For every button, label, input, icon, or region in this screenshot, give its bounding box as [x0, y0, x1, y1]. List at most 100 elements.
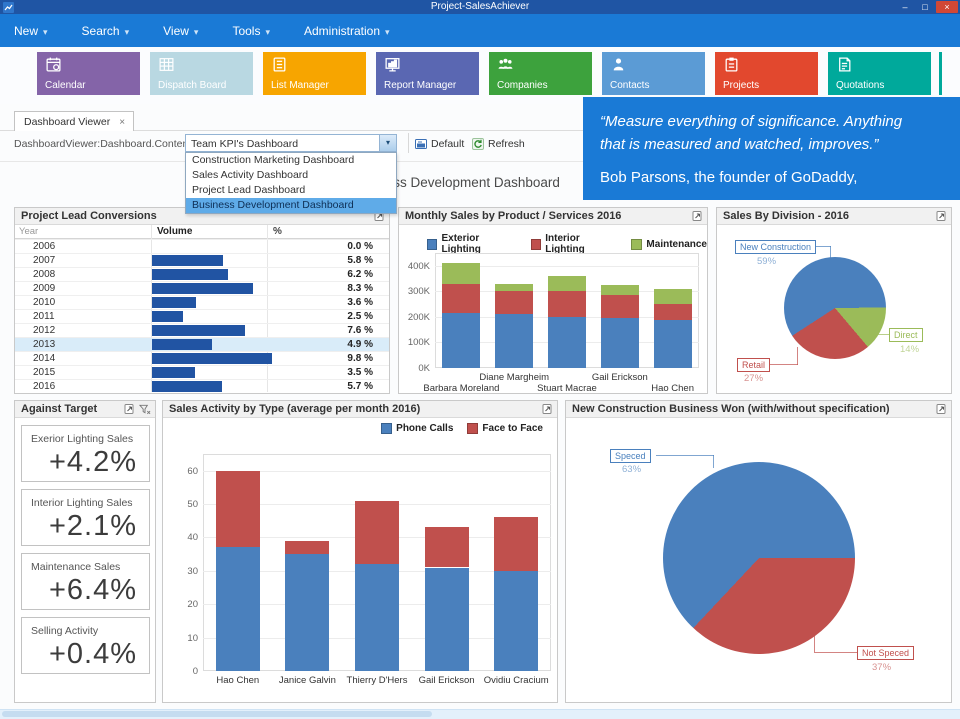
- y-axis-tick: 400K: [400, 261, 430, 272]
- tile-projects[interactable]: Projects: [715, 52, 818, 95]
- pie-chart: [784, 257, 886, 359]
- pct-cell: 3.6 %: [347, 297, 373, 308]
- list-manager-icon: [271, 56, 288, 73]
- tile-report-manager[interactable]: Report Manager: [376, 52, 479, 95]
- combo-dropdown-icon[interactable]: ▾: [379, 135, 396, 151]
- table-row[interactable]: 20165.7 %: [15, 379, 389, 393]
- export-icon[interactable]: [936, 210, 947, 222]
- table-row[interactable]: 20060.0 %: [15, 239, 389, 253]
- tile-contacts[interactable]: Contacts: [602, 52, 705, 95]
- bar-segment: [495, 314, 533, 368]
- restore-button[interactable]: □: [916, 1, 934, 13]
- table-row[interactable]: 20149.8 %: [15, 351, 389, 365]
- y-axis-tick: 100K: [400, 337, 430, 348]
- tab-close-icon[interactable]: ×: [119, 117, 125, 128]
- panel-header: Against Target: [15, 401, 155, 418]
- chevron-down-icon: ▾: [125, 27, 130, 37]
- dropdown-option[interactable]: Project Lead Dashboard: [186, 183, 396, 198]
- legend-item: Exterior Lighting: [427, 233, 517, 255]
- tile-companies[interactable]: Companies: [489, 52, 592, 95]
- clear-filter-icon[interactable]: [139, 403, 151, 415]
- kpi-label: Maintenance Sales: [31, 561, 120, 573]
- refresh-button[interactable]: Refresh: [472, 136, 525, 151]
- combo-value: Team KPI's Dashboard: [191, 138, 298, 150]
- year-cell: 2011: [33, 311, 55, 322]
- kpi-card: Selling Activity+0.4%: [21, 617, 150, 674]
- dropdown-option[interactable]: Business Development Dashboard: [186, 198, 396, 213]
- tile-dispatch-board[interactable]: Dispatch Board: [150, 52, 253, 95]
- tile-quotations[interactable]: Quotations: [828, 52, 931, 95]
- table-row[interactable]: 20086.2 %: [15, 267, 389, 281]
- volume-bar: [152, 353, 272, 364]
- pct-cell: 5.8 %: [347, 255, 373, 266]
- table-row[interactable]: 20127.6 %: [15, 323, 389, 337]
- projects-icon: [723, 56, 740, 73]
- leader-line: [814, 634, 815, 653]
- default-button[interactable]: Default: [415, 136, 464, 151]
- kpi-value: +0.4%: [49, 638, 137, 671]
- bar-segment: [495, 291, 533, 315]
- volume-bar: [152, 283, 253, 294]
- column-header-year: Year: [19, 226, 38, 237]
- leader-line: [797, 347, 798, 365]
- dropdown-option[interactable]: Sales Activity Dashboard: [186, 168, 396, 183]
- toolbar: CalendarDispatch BoardList ManagerReport…: [0, 47, 960, 104]
- refresh-icon: [472, 138, 484, 150]
- kpi-label: Interior Lighting Sales: [31, 497, 133, 509]
- bar-segment: [548, 291, 586, 317]
- kpi-label: Exerior Lighting Sales: [31, 433, 133, 445]
- minimize-button[interactable]: –: [896, 1, 914, 13]
- dashboard-combo[interactable]: Team KPI's Dashboard ▾: [185, 134, 397, 152]
- kpi-value: +4.2%: [49, 446, 137, 479]
- panel-title: Sales Activity by Type (average per mont…: [169, 403, 420, 415]
- legend-item: Maintenance: [631, 233, 707, 255]
- y-axis-tick: 0K: [400, 363, 430, 374]
- export-icon[interactable]: [692, 210, 703, 222]
- table-row[interactable]: 20098.3 %: [15, 281, 389, 295]
- pie-slice-pct: 59%: [757, 256, 776, 267]
- divider: [408, 133, 409, 153]
- tile-calendar[interactable]: Calendar: [37, 52, 140, 95]
- volume-bar: [152, 255, 223, 266]
- legend-label: Phone Calls: [396, 423, 453, 434]
- tab-dashboard-viewer[interactable]: Dashboard Viewer×: [14, 111, 134, 131]
- table-row[interactable]: 20112.5 %: [15, 309, 389, 323]
- menu-item-view[interactable]: View▾: [163, 24, 198, 38]
- table-row[interactable]: 20103.6 %: [15, 295, 389, 309]
- dropdown-option[interactable]: Construction Marketing Dashboard: [186, 153, 396, 168]
- scrollbar-thumb[interactable]: [2, 711, 432, 717]
- leader-line: [869, 320, 870, 335]
- y-axis-tick: 20: [168, 599, 198, 610]
- tile-label: Quotations: [836, 80, 884, 91]
- tile-label: Projects: [723, 80, 759, 91]
- table-row[interactable]: 20134.9 %: [15, 337, 389, 351]
- pie-chart: [663, 462, 855, 654]
- export-icon[interactable]: [936, 403, 947, 415]
- chevron-down-icon: ▾: [43, 27, 48, 37]
- quote-line2: that is measured and watched, improves.”: [600, 133, 943, 156]
- menu-item-search[interactable]: Search▾: [82, 24, 130, 38]
- tile-list-manager[interactable]: List Manager: [263, 52, 366, 95]
- export-icon[interactable]: [542, 403, 553, 415]
- x-axis-label: Hao Chen: [627, 383, 719, 394]
- panel-title: Monthly Sales by Product / Services 2016: [405, 210, 621, 222]
- pct-cell: 0.0 %: [347, 241, 373, 252]
- menu-item-administration[interactable]: Administration▾: [304, 24, 390, 38]
- table-row[interactable]: 20075.8 %: [15, 253, 389, 267]
- column-header-pct: %: [273, 226, 282, 237]
- kpi-card: Exerior Lighting Sales+4.2%: [21, 425, 150, 482]
- legend-label: Face to Face: [482, 423, 543, 434]
- volume-bar: [152, 297, 196, 308]
- close-button[interactable]: ×: [936, 1, 958, 13]
- menu-bar: New▾ Search▾ View▾ Tools▾ Administration▾: [0, 14, 960, 47]
- export-icon[interactable]: [124, 403, 135, 415]
- legend-swatch: [427, 239, 437, 250]
- table-row[interactable]: 20153.5 %: [15, 365, 389, 379]
- panel-title: Sales By Division - 2016: [723, 210, 849, 222]
- menu-item-new[interactable]: New▾: [14, 24, 48, 38]
- legend-label: Maintenance: [646, 239, 707, 250]
- quote-overlay: “Measure everything of significance. Any…: [583, 97, 960, 200]
- kpi-label: Selling Activity: [31, 625, 98, 637]
- kpi-value: +6.4%: [49, 574, 137, 607]
- menu-item-tools[interactable]: Tools▾: [232, 24, 270, 38]
